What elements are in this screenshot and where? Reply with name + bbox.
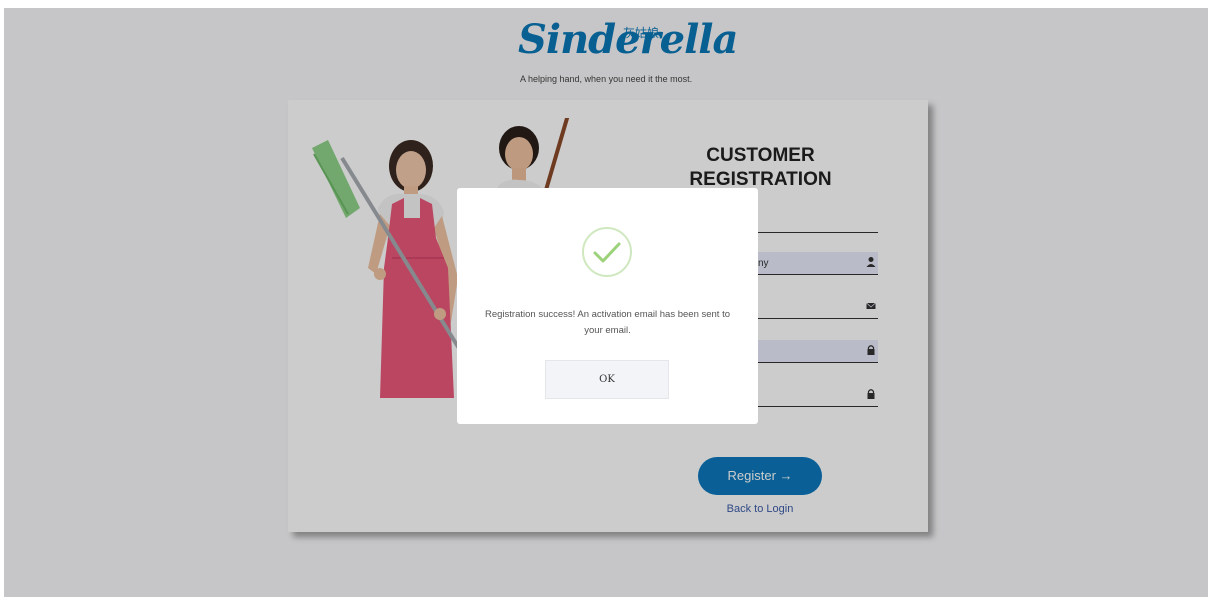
success-dialog: Registration success! An activation emai… (457, 188, 758, 424)
dialog-message: Registration success! An activation emai… (484, 309, 731, 336)
ok-button[interactable]: OK (545, 360, 669, 399)
success-check-icon (582, 227, 632, 277)
